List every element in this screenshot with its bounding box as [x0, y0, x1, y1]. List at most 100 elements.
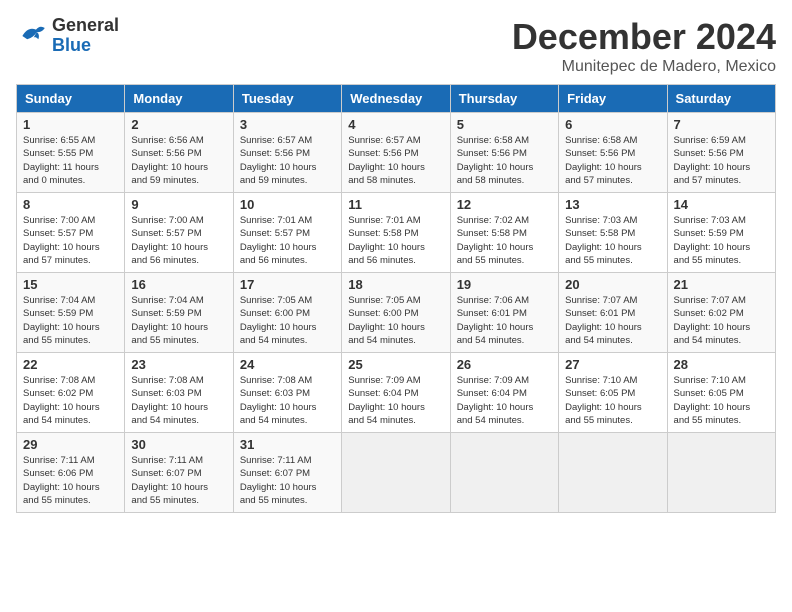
day-number: 1 [23, 117, 118, 132]
day-number: 5 [457, 117, 552, 132]
day-info: Sunrise: 7:01 AMSunset: 5:57 PMDaylight:… [240, 214, 335, 267]
day-number: 23 [131, 357, 226, 372]
month-title: December 2024 [512, 16, 776, 58]
calendar-week-row: 22Sunrise: 7:08 AMSunset: 6:02 PMDayligh… [17, 353, 776, 433]
table-row: 15Sunrise: 7:04 AMSunset: 5:59 PMDayligh… [17, 273, 125, 353]
day-info: Sunrise: 6:57 AMSunset: 5:56 PMDaylight:… [348, 134, 443, 187]
table-row: 22Sunrise: 7:08 AMSunset: 6:02 PMDayligh… [17, 353, 125, 433]
day-number: 15 [23, 277, 118, 292]
table-row: 31 Sunrise: 7:11 AMSunset: 6:07 PMDayligh… [233, 433, 341, 513]
day-number: 28 [674, 357, 769, 372]
day-number: 24 [240, 357, 335, 372]
day-info: Sunrise: 7:06 AMSunset: 6:01 PMDaylight:… [457, 294, 552, 347]
day-info: Sunrise: 7:00 AMSunset: 5:57 PMDaylight:… [131, 214, 226, 267]
day-number: 10 [240, 197, 335, 212]
day-info: Sunrise: 7:09 AMSunset: 6:04 PMDaylight:… [348, 374, 443, 427]
title-area: December 2024 Munitepec de Madero, Mexic… [512, 16, 776, 76]
col-wednesday: Wednesday [342, 85, 450, 113]
calendar-table: Sunday Monday Tuesday Wednesday Thursday… [16, 84, 776, 513]
day-number: 17 [240, 277, 335, 292]
day-info: Sunrise: 6:55 AMSunset: 5:55 PMDaylight:… [23, 134, 118, 187]
table-row: 27 Sunrise: 7:10 AMSunset: 6:05 PMDayligh… [559, 353, 667, 433]
table-row: 14 Sunrise: 7:03 AMSunset: 5:59 PMDayligh… [667, 193, 775, 273]
table-row: 6 Sunrise: 6:58 AMSunset: 5:56 PMDaylight… [559, 113, 667, 193]
day-info: Sunrise: 7:10 AMSunset: 6:05 PMDaylight:… [674, 374, 769, 427]
day-number: 13 [565, 197, 660, 212]
table-row: 2Sunrise: 6:56 AMSunset: 5:56 PMDaylight… [125, 113, 233, 193]
day-number: 16 [131, 277, 226, 292]
day-info: Sunrise: 6:58 AMSunset: 5:56 PMDaylight:… [457, 134, 552, 187]
day-info: Sunrise: 7:11 AMSunset: 6:07 PMDaylight:… [131, 454, 226, 507]
day-info: Sunrise: 7:11 AMSunset: 6:07 PMDaylight:… [240, 454, 335, 507]
table-row: 21 Sunrise: 7:07 AMSunset: 6:02 PMDayligh… [667, 273, 775, 353]
table-row: 4 Sunrise: 6:57 AMSunset: 5:56 PMDaylight… [342, 113, 450, 193]
empty-cell [667, 433, 775, 513]
table-row: 18 Sunrise: 7:05 AMSunset: 6:00 PMDayligh… [342, 273, 450, 353]
day-number: 8 [23, 197, 118, 212]
calendar-week-row: 15 Sunrise: 7:04 AMSunset: 5:59 PMDayligh… [17, 273, 776, 353]
table-row: 29Sunrise: 7:11 AMSunset: 6:06 PMDayligh… [17, 433, 125, 513]
day-number: 18 [348, 277, 443, 292]
empty-cell [342, 433, 450, 513]
col-thursday: Thursday [450, 85, 558, 113]
day-info: Sunrise: 7:03 AMSunset: 5:58 PMDaylight:… [565, 214, 660, 267]
logo: General Blue [16, 16, 119, 56]
day-info: Sunrise: 7:05 AMSunset: 6:00 PMDaylight:… [348, 294, 443, 347]
col-friday: Friday [559, 85, 667, 113]
day-info: Sunrise: 7:03 AMSunset: 5:59 PMDaylight:… [674, 214, 769, 267]
calendar-week-row: 8 Sunrise: 7:00 AMSunset: 5:57 PMDaylight… [17, 193, 776, 273]
day-number: 27 [565, 357, 660, 372]
day-info: Sunrise: 6:56 AMSunset: 5:56 PMDaylight:… [131, 134, 226, 187]
calendar-week-row: 1 Sunrise: 6:55 AMSunset: 5:55 PMDaylight… [17, 113, 776, 193]
day-info: Sunrise: 7:07 AMSunset: 6:02 PMDaylight:… [674, 294, 769, 347]
table-row: 20 Sunrise: 7:07 AMSunset: 6:01 PMDayligh… [559, 273, 667, 353]
table-row: 25 Sunrise: 7:09 AMSunset: 6:04 PMDayligh… [342, 353, 450, 433]
day-number: 4 [348, 117, 443, 132]
table-row: 12Sunrise: 7:02 AMSunset: 5:58 PMDayligh… [450, 193, 558, 273]
day-number: 6 [565, 117, 660, 132]
table-row: 17 Sunrise: 7:05 AMSunset: 6:00 PMDayligh… [233, 273, 341, 353]
table-row: 23Sunrise: 7:08 AMSunset: 6:03 PMDayligh… [125, 353, 233, 433]
day-info: Sunrise: 7:07 AMSunset: 6:01 PMDaylight:… [565, 294, 660, 347]
table-row: 19 Sunrise: 7:06 AMSunset: 6:01 PMDayligh… [450, 273, 558, 353]
day-info: Sunrise: 6:59 AMSunset: 5:56 PMDaylight:… [674, 134, 769, 187]
logo-text: General Blue [52, 16, 119, 56]
empty-cell [450, 433, 558, 513]
table-row: 16 Sunrise: 7:04 AMSunset: 5:59 PMDayligh… [125, 273, 233, 353]
day-info: Sunrise: 7:01 AMSunset: 5:58 PMDaylight:… [348, 214, 443, 267]
table-row: 10 Sunrise: 7:01 AMSunset: 5:57 PMDayligh… [233, 193, 341, 273]
col-sunday: Sunday [17, 85, 125, 113]
table-row: 5 Sunrise: 6:58 AMSunset: 5:56 PMDaylight… [450, 113, 558, 193]
day-number: 3 [240, 117, 335, 132]
table-row: 13 Sunrise: 7:03 AMSunset: 5:58 PMDayligh… [559, 193, 667, 273]
day-number: 22 [23, 357, 118, 372]
day-info: Sunrise: 7:10 AMSunset: 6:05 PMDaylight:… [565, 374, 660, 427]
table-row: 9Sunrise: 7:00 AMSunset: 5:57 PMDaylight… [125, 193, 233, 273]
day-number: 19 [457, 277, 552, 292]
day-info: Sunrise: 7:04 AMSunset: 5:59 PMDaylight:… [131, 294, 226, 347]
day-info: Sunrise: 7:05 AMSunset: 6:00 PMDaylight:… [240, 294, 335, 347]
logo-blue: Blue [52, 35, 91, 55]
col-tuesday: Tuesday [233, 85, 341, 113]
day-number: 31 [240, 437, 335, 452]
table-row: 11 Sunrise: 7:01 AMSunset: 5:58 PMDayligh… [342, 193, 450, 273]
table-row: 28 Sunrise: 7:10 AMSunset: 6:05 PMDayligh… [667, 353, 775, 433]
day-number: 11 [348, 197, 443, 212]
day-number: 25 [348, 357, 443, 372]
table-row: 1 Sunrise: 6:55 AMSunset: 5:55 PMDaylight… [17, 113, 125, 193]
day-number: 14 [674, 197, 769, 212]
day-info: Sunrise: 7:11 AMSunset: 6:06 PMDaylight:… [23, 454, 118, 507]
day-number: 26 [457, 357, 552, 372]
col-saturday: Saturday [667, 85, 775, 113]
day-info: Sunrise: 6:57 AMSunset: 5:56 PMDaylight:… [240, 134, 335, 187]
day-info: Sunrise: 6:58 AMSunset: 5:56 PMDaylight:… [565, 134, 660, 187]
page-header: General Blue December 2024 Munitepec de … [16, 16, 776, 76]
day-info: Sunrise: 7:00 AMSunset: 5:57 PMDaylight:… [23, 214, 118, 267]
day-info: Sunrise: 7:02 AMSunset: 5:58 PMDaylight:… [457, 214, 552, 267]
day-number: 20 [565, 277, 660, 292]
day-info: Sunrise: 7:08 AMSunset: 6:03 PMDaylight:… [240, 374, 335, 427]
day-number: 21 [674, 277, 769, 292]
calendar-header-row: Sunday Monday Tuesday Wednesday Thursday… [17, 85, 776, 113]
table-row: 8 Sunrise: 7:00 AMSunset: 5:57 PMDaylight… [17, 193, 125, 273]
table-row: 7Sunrise: 6:59 AMSunset: 5:56 PMDaylight… [667, 113, 775, 193]
